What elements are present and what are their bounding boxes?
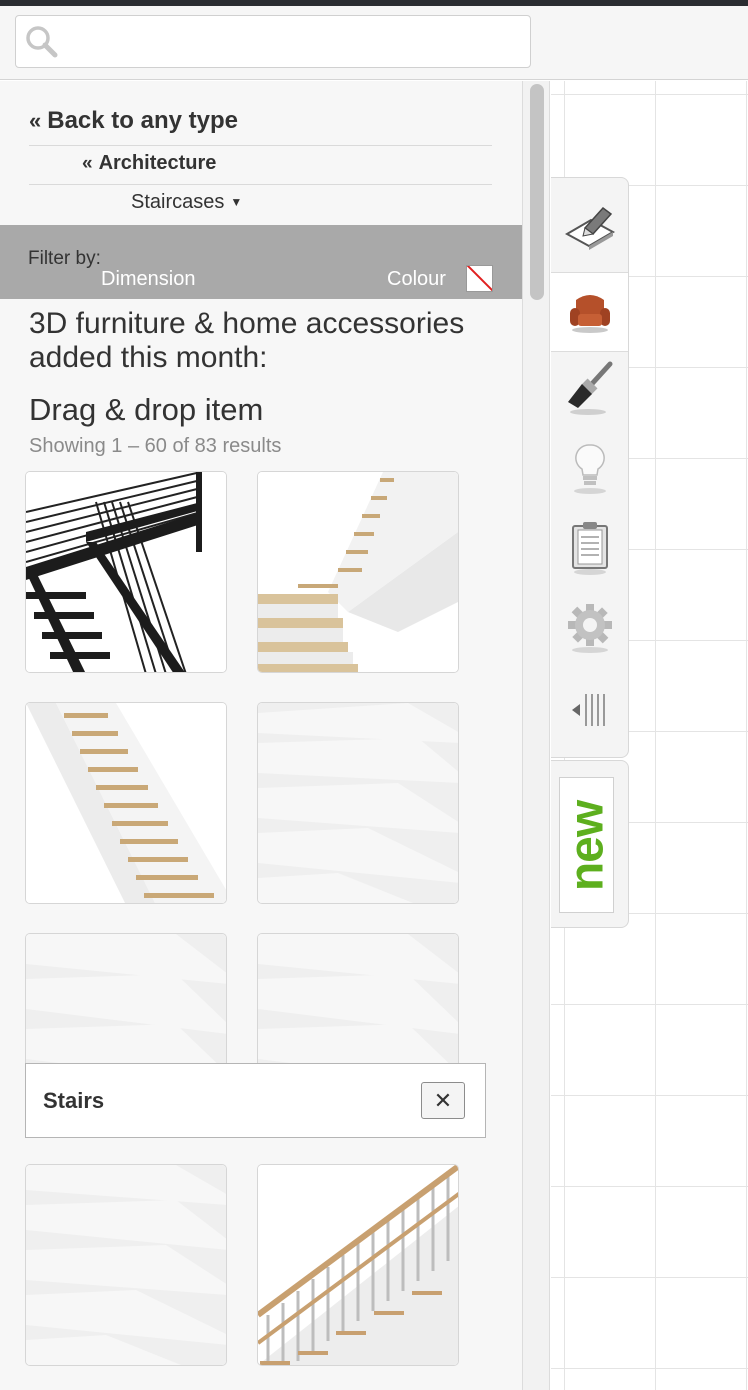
light-bulb-icon [573,444,606,494]
eraser-pencil-tool[interactable] [551,188,628,268]
dropdown-arrow-icon: ▼ [230,195,243,209]
item-tile-white-stairs[interactable] [257,702,459,904]
railing-staircase-image [258,1165,458,1365]
white-stairs-image [258,703,458,903]
close-button[interactable]: ✕ [421,1082,465,1119]
divider [29,184,492,185]
paint-tool[interactable] [551,348,628,428]
colour-swatch[interactable] [466,265,493,292]
clipboard-icon [571,522,608,575]
item-preview-popup: Stairs ✕ [25,1063,486,1138]
armchair-icon [569,295,610,333]
filter-bar: Filter by: Dimension Colour [0,225,522,299]
list-tool[interactable] [551,508,628,588]
colour-filter[interactable]: Colour [387,268,446,291]
catalog-panel: «Back to any type «Architecture Staircas… [0,81,522,1390]
search-input[interactable] [66,24,516,60]
new-items-button[interactable]: new [559,777,614,913]
item-tile-metal-staircase[interactable] [25,471,227,673]
paint-brush-icon [567,361,612,415]
dimension-filter[interactable]: Dimension [101,268,195,291]
new-items-tab: new [551,760,629,928]
new-label: new [560,800,614,892]
item-tile-staircase-with-railing[interactable] [257,1164,459,1366]
back-link-label: Back to any type [47,107,238,134]
architecture-label: Architecture [98,152,217,174]
search-icon [26,26,58,58]
straight-staircase-image [26,703,226,903]
item-tile-white-stairs[interactable] [25,1164,227,1366]
divider [29,145,492,146]
l-shaped-staircase-image [258,472,458,672]
eraser-pencil-icon [564,206,615,250]
filter-label: Filter by: [28,248,101,269]
double-chevron-left-icon: « [29,108,42,133]
gear-icon [567,604,612,653]
staircases-dropdown[interactable]: Staircases ▼ [131,191,242,214]
architecture-link[interactable]: «Architecture [82,152,216,175]
lighting-tool[interactable] [551,428,628,508]
item-tile-straight-wood-staircase[interactable] [25,702,227,904]
search-box[interactable] [15,15,531,68]
settings-tool[interactable] [551,588,628,668]
popup-title: Stairs [43,1088,105,1113]
search-bar [0,6,748,80]
back-to-any-type-link[interactable]: «Back to any type [29,107,238,135]
double-chevron-left-icon: « [82,153,93,174]
drag-drop-heading: Drag & drop item [29,392,264,427]
results-count: Showing 1 – 60 of 83 results [29,435,282,457]
side-toolbar [551,177,629,758]
section-headline: 3D furniture & home accessories added th… [29,307,465,374]
item-tile-l-shaped-wood-staircase[interactable] [257,471,459,673]
catalog-scrollbar[interactable] [522,81,550,1390]
collapse-panel-tool[interactable] [551,670,628,750]
scrollbar-thumb[interactable] [530,84,544,300]
metal-staircase-image [26,472,226,672]
furniture-tool[interactable] [551,272,628,352]
collapse-panel-icon [571,694,605,726]
staircases-label: Staircases [131,191,225,213]
white-stairs-image [26,1165,226,1365]
